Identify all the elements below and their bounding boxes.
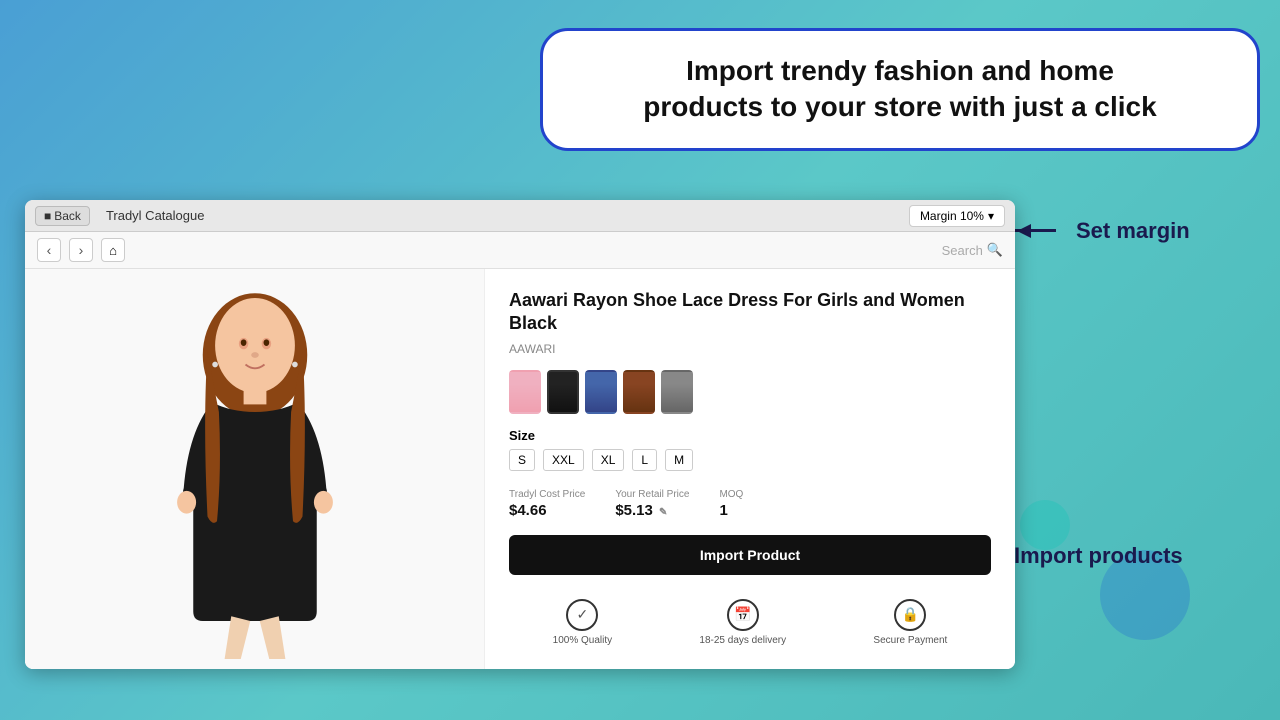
browser-toolbar: ‹ › ⌂ Search 🔍 (25, 232, 1015, 269)
color-swatches (509, 370, 991, 414)
size-m[interactable]: M (665, 449, 693, 471)
pricing-row: Tradyl Cost Price $4.66 Your Retail Pric… (509, 489, 991, 519)
badge-payment: 🔒 Secure Payment (873, 599, 947, 646)
size-xxl[interactable]: XXL (543, 449, 584, 471)
hero-callout: Import trendy fashion and home products … (540, 28, 1260, 151)
swatch-blue[interactable] (585, 370, 617, 414)
set-margin-arrow (1010, 224, 1070, 238)
quality-icon: ✓ (566, 599, 598, 631)
size-s[interactable]: S (509, 449, 535, 471)
chevron-down-icon: ▾ (988, 209, 994, 223)
import-product-button[interactable]: Import Product (509, 535, 991, 575)
size-options: S XXL XL L M (509, 449, 991, 471)
nav-forward-button[interactable]: › (69, 238, 93, 262)
trust-badges: ✓ 100% Quality 📅 18-25 days delivery 🔒 S… (509, 591, 991, 654)
browser-back-button[interactable]: ■ Back (35, 206, 90, 226)
cost-price-value: $4.66 (509, 502, 585, 519)
browser-title: Tradyl Catalogue (106, 208, 205, 223)
search-area: Search 🔍 (942, 242, 1003, 258)
browser-window: ■ Back Tradyl Catalogue Margin 10% ▾ ‹ ›… (25, 200, 1015, 669)
product-details: Aawari Rayon Shoe Lace Dress For Girls a… (485, 269, 1015, 669)
product-title: Aawari Rayon Shoe Lace Dress For Girls a… (509, 289, 991, 336)
badge-delivery: 📅 18-25 days delivery (699, 599, 786, 646)
product-model-image (135, 279, 375, 659)
cost-price-label: Tradyl Cost Price (509, 489, 585, 500)
moq-label: MOQ (719, 489, 743, 500)
swatch-grey[interactable] (661, 370, 693, 414)
moq-block: MOQ 1 (719, 489, 743, 519)
search-icon[interactable]: 🔍 (987, 242, 1003, 258)
import-products-label: Import products (1014, 543, 1183, 569)
home-button[interactable]: ⌂ (101, 238, 125, 262)
nav-back-button[interactable]: ‹ (37, 238, 61, 262)
browser-titlebar: ■ Back Tradyl Catalogue Margin 10% ▾ (25, 200, 1015, 232)
size-l[interactable]: L (632, 449, 657, 471)
set-margin-annotation: Set margin (1010, 218, 1190, 244)
cost-price-block: Tradyl Cost Price $4.66 (509, 489, 585, 519)
back-icon: ■ (44, 209, 51, 223)
margin-button[interactable]: Margin 10% ▾ (909, 205, 1005, 227)
retail-price-label: Your Retail Price (615, 489, 689, 500)
edit-price-icon[interactable]: ✎ (659, 507, 667, 518)
moq-value: 1 (719, 502, 743, 519)
size-label: Size (509, 428, 991, 443)
hero-callout-text: Import trendy fashion and home products … (579, 53, 1221, 126)
swatch-brown[interactable] (623, 370, 655, 414)
set-margin-label: Set margin (1076, 218, 1190, 244)
product-image-section (25, 269, 485, 669)
retail-price-block: Your Retail Price $5.13 ✎ (615, 489, 689, 519)
swatch-pink[interactable] (509, 370, 541, 414)
retail-price-value: $5.13 ✎ (615, 502, 689, 519)
size-xl[interactable]: XL (592, 449, 625, 471)
product-brand: AAWARI (509, 342, 991, 356)
payment-icon: 🔒 (894, 599, 926, 631)
badge-quality: ✓ 100% Quality (553, 599, 612, 646)
swatch-black[interactable] (547, 370, 579, 414)
product-area: Aawari Rayon Shoe Lace Dress For Girls a… (25, 269, 1015, 669)
delivery-icon: 📅 (727, 599, 759, 631)
browser-content: ‹ › ⌂ Search 🔍 (25, 232, 1015, 669)
search-label: Search (942, 243, 983, 258)
